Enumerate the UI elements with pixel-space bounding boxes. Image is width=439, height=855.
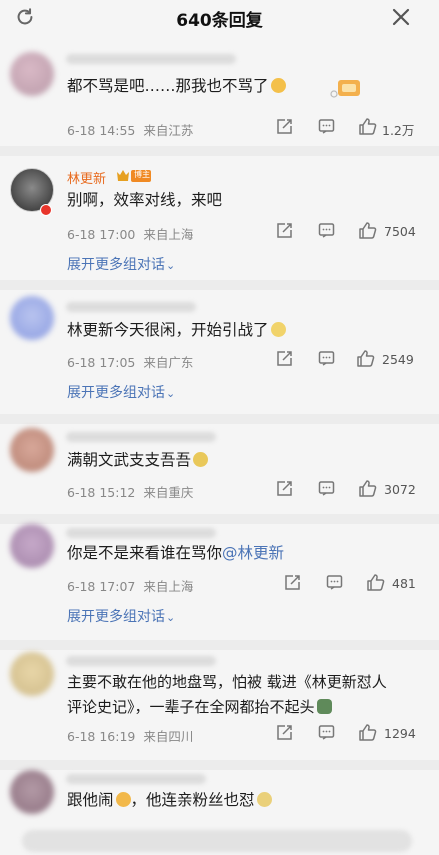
comment-text: 别啊，效率对线，来吧 [67,191,223,209]
like-icon[interactable] [356,349,375,368]
comment-icon[interactable] [318,350,335,367]
expand-replies-link[interactable]: 展开更多组对话⌄ [67,254,175,274]
expand-replies-link[interactable]: 展开更多组对话⌄ [67,382,175,402]
comment-text: 你是不是来看谁在骂你@林更新 [67,544,285,562]
smirk-emoji-icon [256,792,272,807]
comment-item: 你是不是来看谁在骂你@林更新 6-18 17:07 来自上海 481 展开更多组对… [0,524,439,640]
avatar[interactable] [10,770,54,814]
blurred-username [66,302,196,312]
comment-item: 林更新 博主 别啊，效率对线，来吧 6-18 17:00 来自上海 7504 展开… [0,156,439,280]
page-title: 640条回复 [176,11,263,31]
comment-text: 都不骂是吧……那我也不骂了 [67,74,425,99]
chevron-down-icon: ⌄ [166,387,176,400]
blurred-username [66,432,216,442]
chevron-down-icon: ⌄ [166,259,176,272]
like-icon[interactable] [366,573,385,592]
comment-icon[interactable] [318,480,335,497]
comment-meta: 6-18 15:12 来自重庆 [67,485,194,500]
blurred-username [66,528,216,538]
like-count: 1294 [384,726,416,741]
divider [0,760,439,770]
like-count: 7504 [384,224,416,239]
like-count: 3072 [384,482,416,497]
expand-replies-link[interactable]: 展开更多组对话⌄ [67,606,175,626]
share-icon[interactable] [276,118,293,135]
like-icon[interactable] [358,723,377,742]
comment-meta: 6-18 17:07 来自上海 [67,579,194,594]
avatar[interactable] [10,524,54,568]
chevron-down-icon: ⌄ [166,611,176,624]
blurred-username [66,774,206,784]
share-icon[interactable] [276,480,293,497]
avatar[interactable] [10,428,54,472]
comment-item: 满朝文武支支吾吾 6-18 15:12 来自重庆 3072 [0,424,439,514]
like-icon[interactable] [358,221,377,240]
divider [0,640,439,650]
avatar[interactable] [10,52,54,96]
comment-item: 林更新今天很闲，开始引战了 6-18 17:05 来自广东 2549 展开更多组对… [0,290,439,414]
comment-item: 跟他闹 ，他连亲粉丝也怼 [0,770,439,855]
comment-meta: 6-18 14:55 来自江苏 [67,123,194,138]
comment-item: 都不骂是吧……那我也不骂了 6-18 14:55 来自江苏 1.2万 [0,40,439,146]
blogger-badge-label: 博主 [134,170,150,179]
comment-meta: 6-18 17:05 来自广东 [67,355,194,370]
comment-meta: 6-18 17:00 来自上海 [67,227,194,242]
comment-icon[interactable] [318,222,335,239]
header-bar: 640条回复 [0,0,439,34]
like-count: 481 [392,576,416,591]
blurred-username [66,54,236,64]
share-icon[interactable] [276,350,293,367]
close-icon[interactable] [391,7,411,27]
divider [0,146,439,156]
comment-text: 跟他闹 ，他连亲粉丝也怼 [67,788,425,813]
like-icon[interactable] [358,479,377,498]
divider [0,414,439,424]
facepalm-emoji-icon [316,699,332,714]
divider [0,514,439,524]
comment-meta: 6-18 16:19 来自四川 [67,729,194,744]
blurred-username [66,656,216,666]
comment-text-line1: 主要不敢在他的地盘骂，怕被 载进《林更新怼人 [67,673,387,691]
cry-emoji-icon [115,792,131,807]
share-icon[interactable] [284,574,301,591]
verified-badge-icon [40,204,52,216]
comment-icon[interactable] [318,724,335,741]
comment-item: 主要不敢在他的地盘骂，怕被 载进《林更新怼人 评论史记》，一辈子在全网都抬不起头… [0,650,439,760]
divider [0,280,439,290]
mention-link[interactable]: @林更新 [222,544,284,562]
comment-icon[interactable] [318,118,335,135]
comment-text: 满朝文武支支吾吾 [67,448,425,473]
like-count: 1.2万 [382,123,415,138]
smirk-emoji-icon [270,322,286,337]
crying-emoji-icon [270,78,286,93]
avatar[interactable] [10,296,54,340]
sweat-emoji-icon [193,452,209,467]
comment-icon[interactable] [326,574,343,591]
share-icon[interactable] [276,222,293,239]
username[interactable]: 林更新 [67,168,106,187]
sticker-icon [330,80,360,98]
share-icon[interactable] [276,724,293,741]
comment-text: 林更新今天很闲，开始引战了 [67,318,425,343]
like-count: 2549 [382,352,414,367]
comment-text-line2: 评论史记》，一辈子在全网都抬不起头 [67,695,425,720]
blurred-reply-input[interactable] [22,830,412,852]
avatar[interactable] [10,652,54,696]
like-icon[interactable] [358,117,377,136]
